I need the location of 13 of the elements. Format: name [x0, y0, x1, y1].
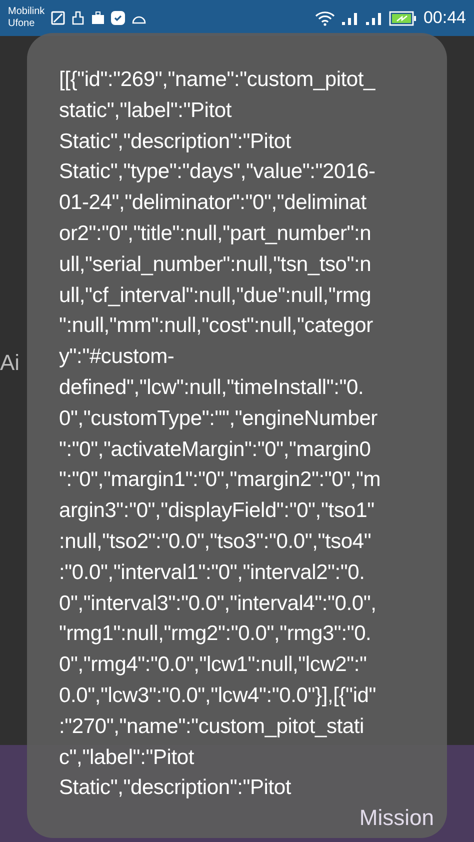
gallery-icon	[50, 11, 65, 25]
nav-tab-label[interactable]: Mission	[359, 801, 434, 834]
signal-icon	[365, 11, 384, 25]
briefcase-icon	[90, 11, 105, 25]
carrier-name: Ufone	[8, 18, 36, 30]
clock-time: 00:44	[423, 7, 466, 30]
field-label: Ai	[0, 349, 21, 377]
signal-icon	[341, 11, 360, 25]
battery-icon	[389, 10, 418, 26]
check-icon	[110, 11, 125, 25]
carrier-name: Mobilink	[8, 6, 45, 18]
wifi-icon	[315, 10, 336, 26]
toast-message: [[{"id":"269","name":"custom_pitot_ static","label":"Pitot Static","description":"Pitot Static","type":"days","value":"2016- 01-24","deliminator":"0","deliminat or2":"0","title":null,"part_number":n ull,"serial_number":null,"tsn_tso":n ull,"cf_interval":null,"due":null,"rmg ":null,"mm":null,"cost":null,"categor y":"#custom- defined","lcw":null,"timeInstall":"0. 0","customType":"","engineNumber ":"0","activateMargin":"0","margin0 ":"0","margin1":"0","margin2":"0","m argin3":"0","displayField":"0","tso1" :null,"tso2":"0.0","tso3":"0.0","tso4" :"0.0","interval1":"0","interval2":"0. 0","interval3":"0.0","interval4":"0.0", "rmg1":null,"rmg2":"0.0","rmg3":"0. 0","rmg4":"0.0","lcw1":null,"lcw2":" 0.0","lcw3":"0.0","lcw4":"0.0"}],[{"id" :"270","name":"custom_pitot_stati c","label":"Pitot Static","description":"Pitot	[59, 67, 381, 802]
